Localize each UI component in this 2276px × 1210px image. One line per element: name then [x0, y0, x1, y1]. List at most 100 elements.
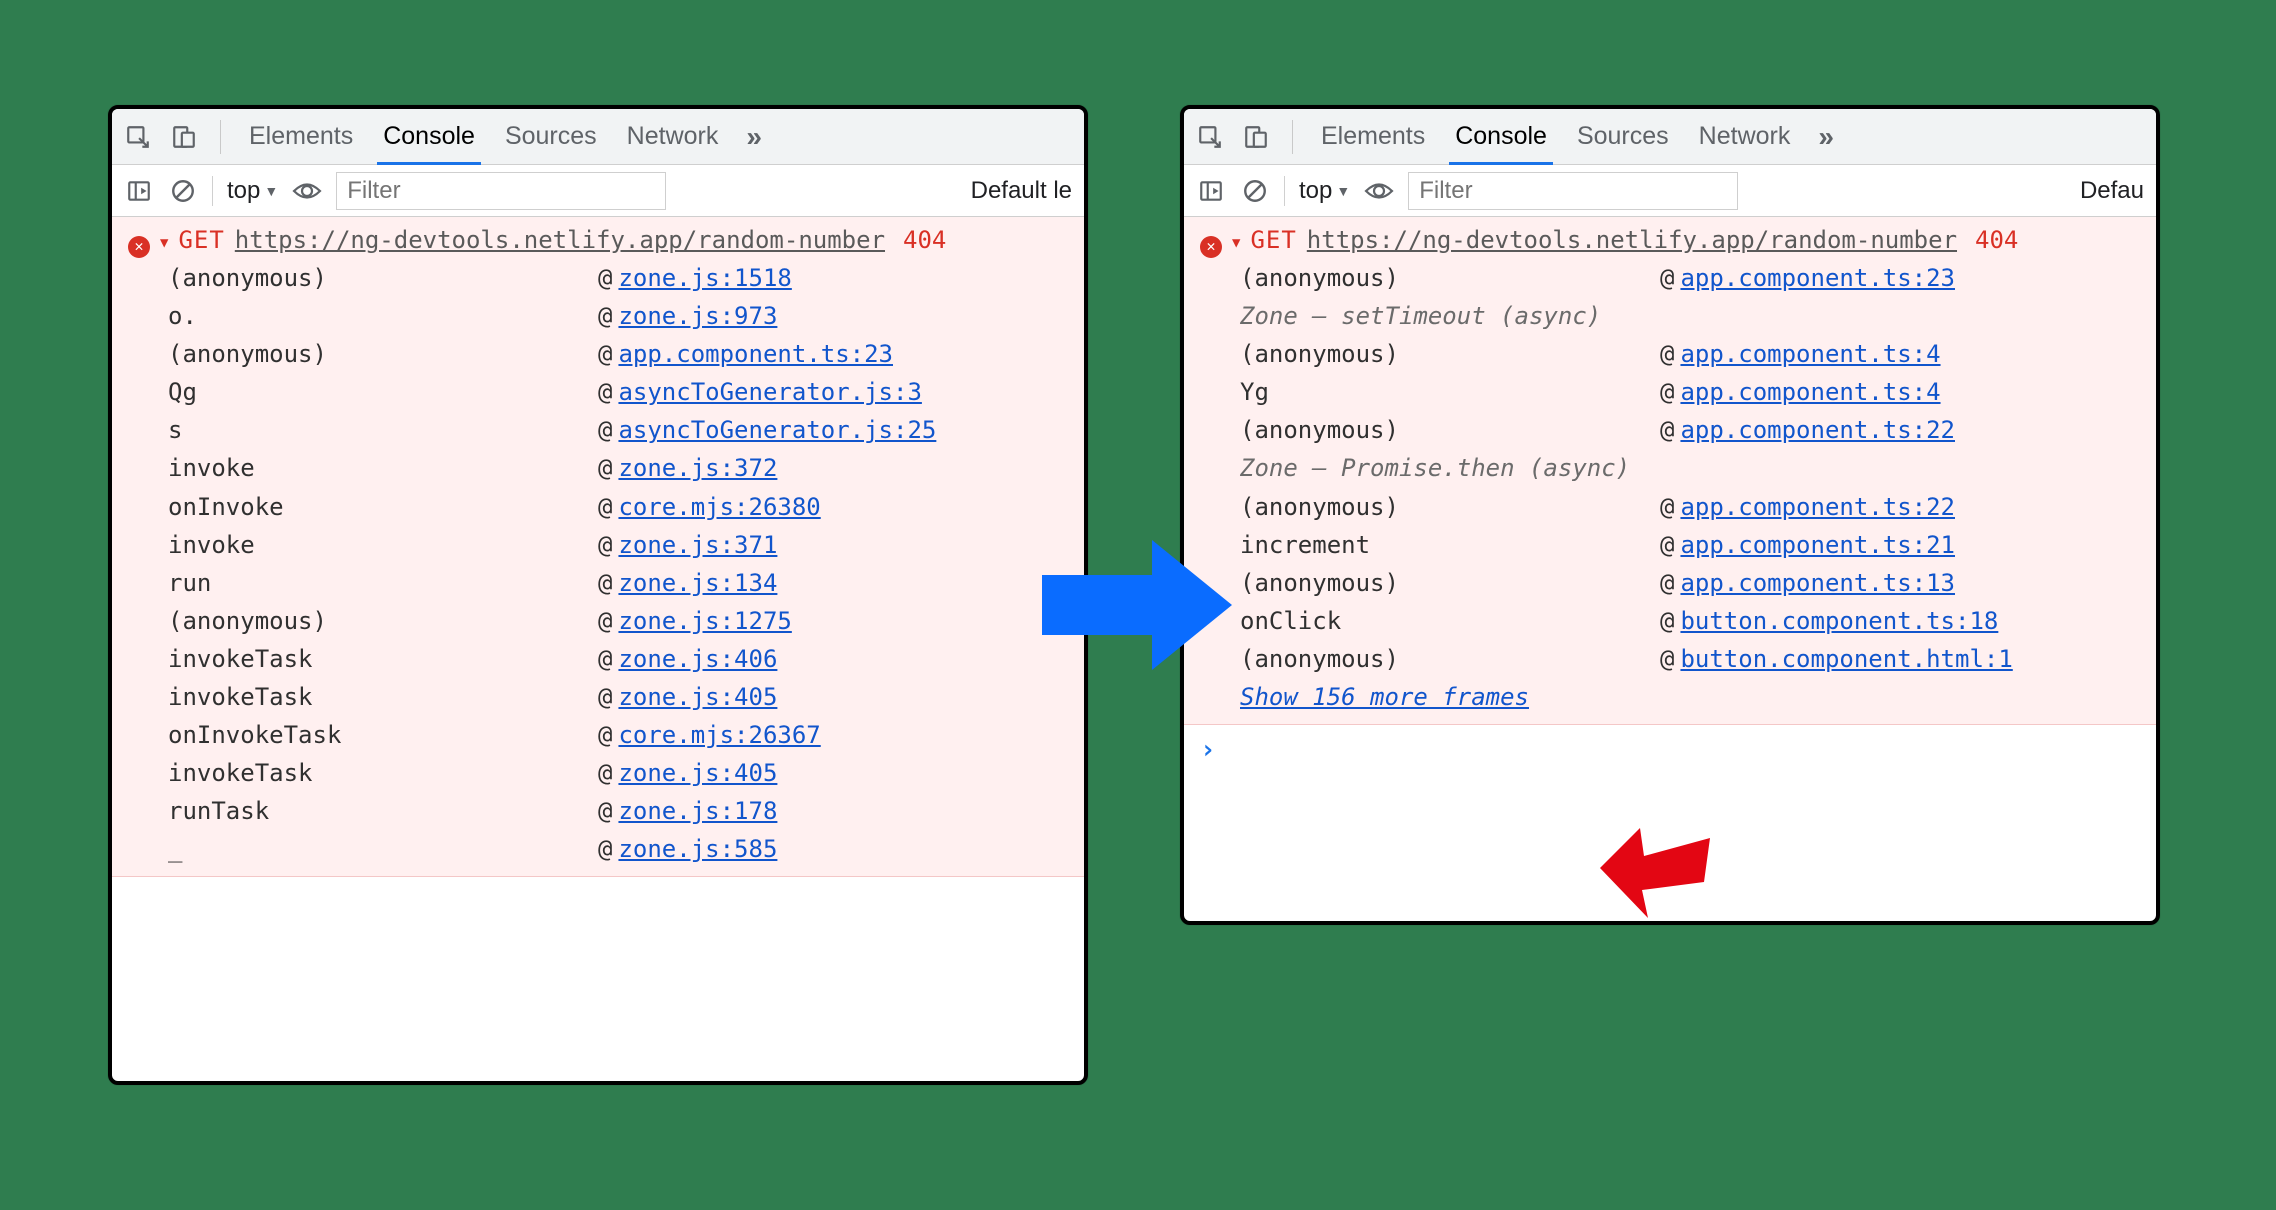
more-tabs-chevron-icon[interactable]: »: [1818, 121, 1834, 153]
context-picker[interactable]: top ▼: [1299, 177, 1350, 205]
sidebar-toggle-icon[interactable]: [1196, 176, 1226, 206]
console-prompt[interactable]: ›: [1184, 725, 2156, 775]
async-boundary-label: Zone — setTimeout (async): [1184, 297, 2156, 335]
http-status: 404: [1975, 223, 2018, 257]
device-toggle-icon[interactable]: [1242, 123, 1270, 151]
stack-frame-location-link[interactable]: app.component.ts:23: [1680, 261, 1955, 295]
stack-frame-fn: invokeTask: [168, 756, 598, 790]
stack-frame-location-link[interactable]: zone.js:178: [618, 794, 777, 828]
stack-frame-location-link[interactable]: zone.js:372: [618, 451, 777, 485]
stack-frame-location-link[interactable]: zone.js:1275: [618, 604, 791, 638]
stack-frame: run@zone.js:134: [112, 564, 1084, 602]
stack-frame-fn: (anonymous): [168, 261, 598, 295]
tab-elements[interactable]: Elements: [243, 122, 359, 151]
stack-frame-location-link[interactable]: app.component.ts:4: [1680, 337, 1940, 371]
stack-frame: onClick@button.component.ts:18: [1184, 602, 2156, 640]
stack-frame-location-link[interactable]: core.mjs:26380: [618, 490, 820, 524]
tab-console[interactable]: Console: [1449, 122, 1553, 165]
stack-frame: s@asyncToGenerator.js:25: [112, 411, 1084, 449]
sidebar-toggle-icon[interactable]: [124, 176, 154, 206]
stack-frame-location-link[interactable]: button.component.ts:18: [1680, 604, 1998, 638]
tab-console[interactable]: Console: [377, 122, 481, 165]
stack-frame-location-link[interactable]: app.component.ts:22: [1680, 413, 1955, 447]
stack-frame: invokeTask@zone.js:405: [112, 754, 1084, 792]
at-symbol: @: [598, 261, 612, 295]
stack-frame-fn: (anonymous): [1240, 413, 1660, 447]
at-symbol: @: [1660, 337, 1674, 371]
tab-network[interactable]: Network: [1693, 122, 1797, 151]
stack-frame-location-link[interactable]: zone.js:1518: [618, 261, 791, 295]
stack-frame-location-link[interactable]: zone.js:405: [618, 680, 777, 714]
toolbar-divider: [212, 176, 213, 206]
stack-frame-location-link[interactable]: zone.js:371: [618, 528, 777, 562]
device-toggle-icon[interactable]: [170, 123, 198, 151]
stack-frame-location-link[interactable]: app.component.ts:13: [1680, 566, 1955, 600]
disclosure-triangle-icon[interactable]: ▼: [1232, 234, 1240, 254]
stack-frame-location-link[interactable]: zone.js:134: [618, 566, 777, 600]
stack-frame-fn: increment: [1240, 528, 1660, 562]
stack-frame-fn: invokeTask: [168, 680, 598, 714]
http-method: GET: [1250, 223, 1296, 257]
tab-sources[interactable]: Sources: [1571, 122, 1675, 151]
filter-input[interactable]: [336, 172, 666, 210]
stack-frame: invokeTask@zone.js:405: [112, 678, 1084, 716]
stack-frame: increment@app.component.ts:21: [1184, 526, 2156, 564]
at-symbol: @: [598, 413, 612, 447]
at-symbol: @: [598, 718, 612, 752]
stack-frame-location-link[interactable]: zone.js:973: [618, 299, 777, 333]
live-expression-icon[interactable]: [1364, 176, 1394, 206]
tab-strip: Elements Console Sources Network »: [112, 109, 1084, 165]
at-symbol: @: [1660, 642, 1674, 676]
stack-frame-fn: onInvoke: [168, 490, 598, 524]
stack-frame-location-link[interactable]: zone.js:585: [618, 832, 777, 866]
stack-frame-location-link[interactable]: asyncToGenerator.js:3: [618, 375, 921, 409]
at-symbol: @: [598, 794, 612, 828]
stack-frame: o.@zone.js:973: [112, 297, 1084, 335]
request-url[interactable]: https://ng-devtools.netlify.app/random-n…: [235, 223, 885, 257]
stack-frame: invoke@zone.js:371: [112, 526, 1084, 564]
stack-frame-location-link[interactable]: app.component.ts:22: [1680, 490, 1955, 524]
at-symbol: @: [598, 451, 612, 485]
console-body: ✕ ▼ GET https://ng-devtools.netlify.app/…: [112, 217, 1084, 877]
at-symbol: @: [1660, 375, 1674, 409]
stack-frame-location-link[interactable]: app.component.ts:4: [1680, 375, 1940, 409]
filter-input[interactable]: [1408, 172, 1738, 210]
stack-frame: Yg@app.component.ts:4: [1184, 373, 2156, 411]
stack-frame: (anonymous)@app.component.ts:23: [112, 335, 1084, 373]
stack-frame-location-link[interactable]: core.mjs:26367: [618, 718, 820, 752]
clear-console-icon[interactable]: [1240, 176, 1270, 206]
inspect-icon[interactable]: [124, 123, 152, 151]
live-expression-icon[interactable]: [292, 176, 322, 206]
stack-frame-fn: (anonymous): [1240, 490, 1660, 524]
stack-frame-location-link[interactable]: asyncToGenerator.js:25: [618, 413, 936, 447]
context-picker[interactable]: top ▼: [227, 177, 278, 205]
devtools-panel-right: Elements Console Sources Network » top ▼…: [1180, 105, 2160, 925]
tab-elements[interactable]: Elements: [1315, 122, 1431, 151]
at-symbol: @: [1660, 528, 1674, 562]
request-url[interactable]: https://ng-devtools.netlify.app/random-n…: [1307, 223, 1957, 257]
log-level-picker[interactable]: Defau: [2080, 177, 2144, 205]
at-symbol: @: [1660, 261, 1674, 295]
stack-frame-location-link[interactable]: button.component.html:1: [1680, 642, 2012, 676]
more-tabs-chevron-icon[interactable]: »: [746, 121, 762, 153]
console-toolbar: top ▼ Default le: [112, 165, 1084, 217]
stack-frame-location-link[interactable]: app.component.ts:23: [618, 337, 893, 371]
disclosure-triangle-icon[interactable]: ▼: [160, 234, 168, 254]
stack-frame: (anonymous)@zone.js:1275: [112, 602, 1084, 640]
stack-frame-fn: (anonymous): [168, 337, 598, 371]
stack-frame-fn: onClick: [1240, 604, 1660, 638]
stack-frame-location-link[interactable]: app.component.ts:21: [1680, 528, 1955, 562]
log-level-picker[interactable]: Default le: [971, 177, 1072, 205]
tab-network[interactable]: Network: [621, 122, 725, 151]
show-more-frames-link[interactable]: Show 156 more frames: [1240, 683, 1529, 711]
stack-frame-fn: invoke: [168, 451, 598, 485]
stack-frame: (anonymous)@app.component.ts:4: [1184, 335, 2156, 373]
tab-sources[interactable]: Sources: [499, 122, 603, 151]
stack-frame-location-link[interactable]: zone.js:406: [618, 642, 777, 676]
stack-frame: (anonymous)@app.component.ts:22: [1184, 411, 2156, 449]
stack-frame-fn: invokeTask: [168, 642, 598, 676]
stack-frame-location-link[interactable]: zone.js:405: [618, 756, 777, 790]
clear-console-icon[interactable]: [168, 176, 198, 206]
tab-strip: Elements Console Sources Network »: [1184, 109, 2156, 165]
inspect-icon[interactable]: [1196, 123, 1224, 151]
